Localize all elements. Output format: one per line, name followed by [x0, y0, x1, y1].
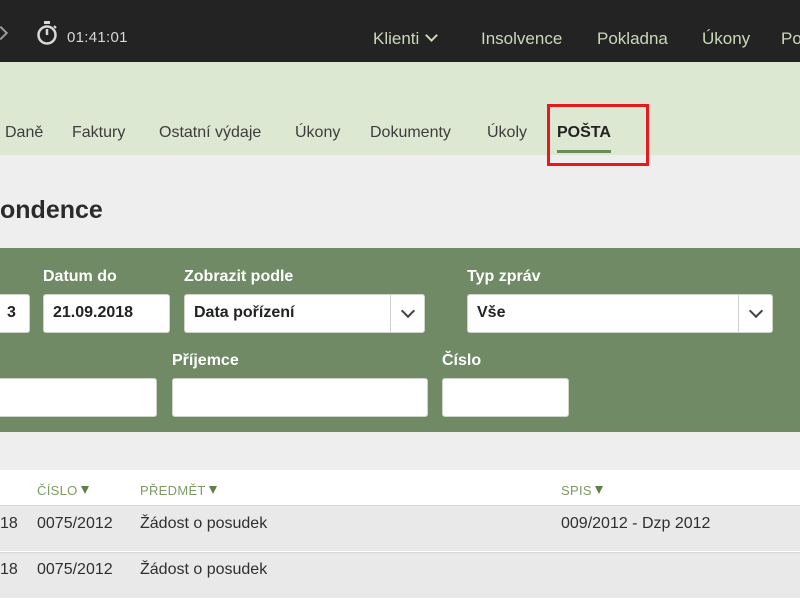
number-input[interactable] — [442, 378, 569, 417]
message-type-select[interactable]: Vše — [467, 294, 773, 333]
chevron-down-icon — [390, 295, 424, 332]
sort-arrow-icon — [594, 486, 603, 494]
tab-ostatni-vydaje[interactable]: Ostatní výdaje — [159, 124, 261, 142]
show-by-value: Data pořízení — [194, 304, 295, 321]
date-to-input[interactable]: 21.09.2018 — [43, 294, 170, 333]
highlight-box — [547, 104, 649, 166]
nav-klienti[interactable]: Klienti — [373, 29, 439, 49]
column-header-number-label: ČÍSLO — [37, 483, 78, 498]
column-header-subject[interactable]: PŘEDMĚT — [140, 483, 217, 498]
sort-arrow-icon — [80, 486, 89, 494]
stopwatch-icon — [37, 21, 57, 45]
nav-insolvence[interactable]: Insolvence — [481, 29, 562, 49]
tab-dokumenty[interactable]: Dokumenty — [370, 124, 451, 142]
nav-po[interactable]: Po — [781, 29, 800, 49]
date-from-input[interactable]: 3 — [0, 294, 30, 333]
recipient-input[interactable] — [172, 378, 428, 417]
cell-number: 0075/2012 — [37, 515, 113, 532]
cell-date: 18 — [0, 515, 18, 532]
column-header-number[interactable]: ČÍSLO — [37, 483, 89, 498]
column-header-file[interactable]: SPIS — [561, 483, 603, 498]
cell-number: 0075/2012 — [37, 561, 113, 578]
show-by-select[interactable]: Data pořízení — [184, 294, 425, 333]
number-label: Číslo — [442, 352, 482, 369]
sort-arrow-icon — [208, 486, 217, 494]
recipient-label: Příjemce — [172, 352, 239, 369]
column-header-subject-label: PŘEDMĚT — [140, 483, 206, 498]
session-timer: 01:41:01 — [67, 29, 128, 46]
column-header-file-label: SPIS — [561, 483, 592, 498]
message-type-label: Typ zpráv — [467, 268, 541, 285]
cell-subject: Žádost o posudek — [140, 561, 268, 578]
cell-file: 009/2012 - Dzp 2012 — [561, 515, 711, 532]
nav-klienti-label: Klienti — [373, 29, 420, 48]
cell-subject: Žádost o posudek — [140, 515, 268, 532]
chevron-down-icon — [425, 29, 439, 42]
sender-input[interactable] — [0, 378, 157, 417]
show-by-label: Zobrazit podle — [184, 268, 294, 285]
tab-ukony[interactable]: Úkony — [295, 124, 340, 142]
table-row[interactable] — [0, 552, 800, 598]
tab-dane[interactable]: Daně — [5, 124, 43, 142]
chevron-left-icon[interactable] — [0, 25, 9, 41]
tab-faktury[interactable]: Faktury — [72, 124, 125, 142]
message-type-value: Vše — [477, 304, 506, 321]
chevron-down-icon — [738, 295, 772, 332]
cell-date: 18 — [0, 561, 18, 578]
nav-pokladna[interactable]: Pokladna — [597, 29, 668, 49]
nav-ukony[interactable]: Úkony — [702, 29, 750, 49]
tab-ukoly[interactable]: Úkoly — [487, 124, 527, 142]
page-title: ondence — [0, 196, 103, 224]
date-to-label: Datum do — [43, 268, 117, 285]
